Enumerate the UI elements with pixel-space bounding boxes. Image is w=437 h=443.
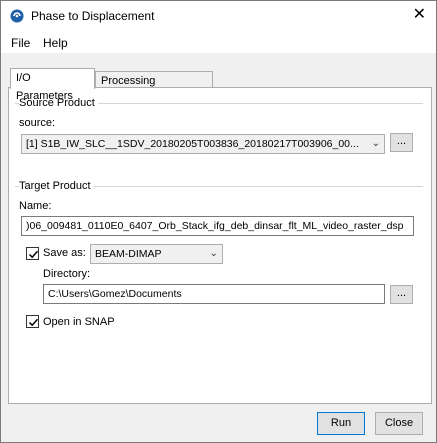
- save-as-checkbox[interactable]: [26, 247, 39, 260]
- directory-value: C:\Users\Gomez\Documents: [48, 288, 182, 300]
- target-product-title: Target Product: [19, 180, 94, 192]
- format-value: BEAM-DIMAP: [95, 248, 162, 260]
- title-bar[interactable]: Phase to Displacement ✕: [1, 1, 436, 31]
- window-title: Phase to Displacement: [31, 9, 155, 23]
- name-label: Name:: [19, 200, 52, 212]
- menu-help[interactable]: Help: [43, 36, 68, 50]
- chevron-down-icon: ⌄: [371, 138, 380, 149]
- tab-io-parameters-label: I/O Parameters: [16, 72, 73, 102]
- source-product-select[interactable]: [1] S1B_IW_SLC__1SDV_20180205T003836_201…: [21, 134, 385, 154]
- run-button[interactable]: Run: [317, 412, 365, 435]
- menu-bar: File Help: [1, 31, 436, 53]
- source-label: source:: [19, 117, 56, 129]
- close-button-label: Close: [384, 417, 414, 429]
- tab-io-parameters[interactable]: I/O Parameters: [10, 68, 95, 102]
- menu-file[interactable]: File: [11, 36, 30, 50]
- directory-field[interactable]: C:\Users\Gomez\Documents: [43, 284, 385, 304]
- close-icon[interactable]: ✕: [413, 7, 426, 23]
- snap-app-icon: [10, 9, 24, 23]
- source-browse-label: ...: [396, 135, 407, 147]
- target-name-value: )06_009481_0110E0_6407_Orb_Stack_ifg_deb…: [26, 220, 404, 232]
- dialog-window: Phase to Displacement ✕ File Help I/O Pa…: [0, 0, 437, 443]
- directory-browse-label: ...: [396, 287, 407, 299]
- directory-label: Directory:: [43, 268, 91, 280]
- directory-browse-button[interactable]: ...: [390, 285, 413, 304]
- open-in-snap-checkbox[interactable]: [26, 315, 39, 328]
- save-as-label: Save as:: [43, 247, 86, 259]
- target-name-field[interactable]: )06_009481_0110E0_6407_Orb_Stack_ifg_deb…: [21, 216, 414, 236]
- source-browse-button[interactable]: ...: [390, 133, 413, 152]
- open-in-snap-label: Open in SNAP: [43, 316, 115, 328]
- run-button-label: Run: [330, 417, 352, 429]
- source-product-value: [1] S1B_IW_SLC__1SDV_20180205T003836_201…: [26, 138, 359, 150]
- format-select[interactable]: BEAM-DIMAP ⌄: [90, 244, 223, 264]
- close-button[interactable]: Close: [375, 412, 423, 435]
- check-icon: [28, 318, 39, 327]
- check-icon: [28, 250, 39, 259]
- chevron-down-icon: ⌄: [209, 248, 218, 259]
